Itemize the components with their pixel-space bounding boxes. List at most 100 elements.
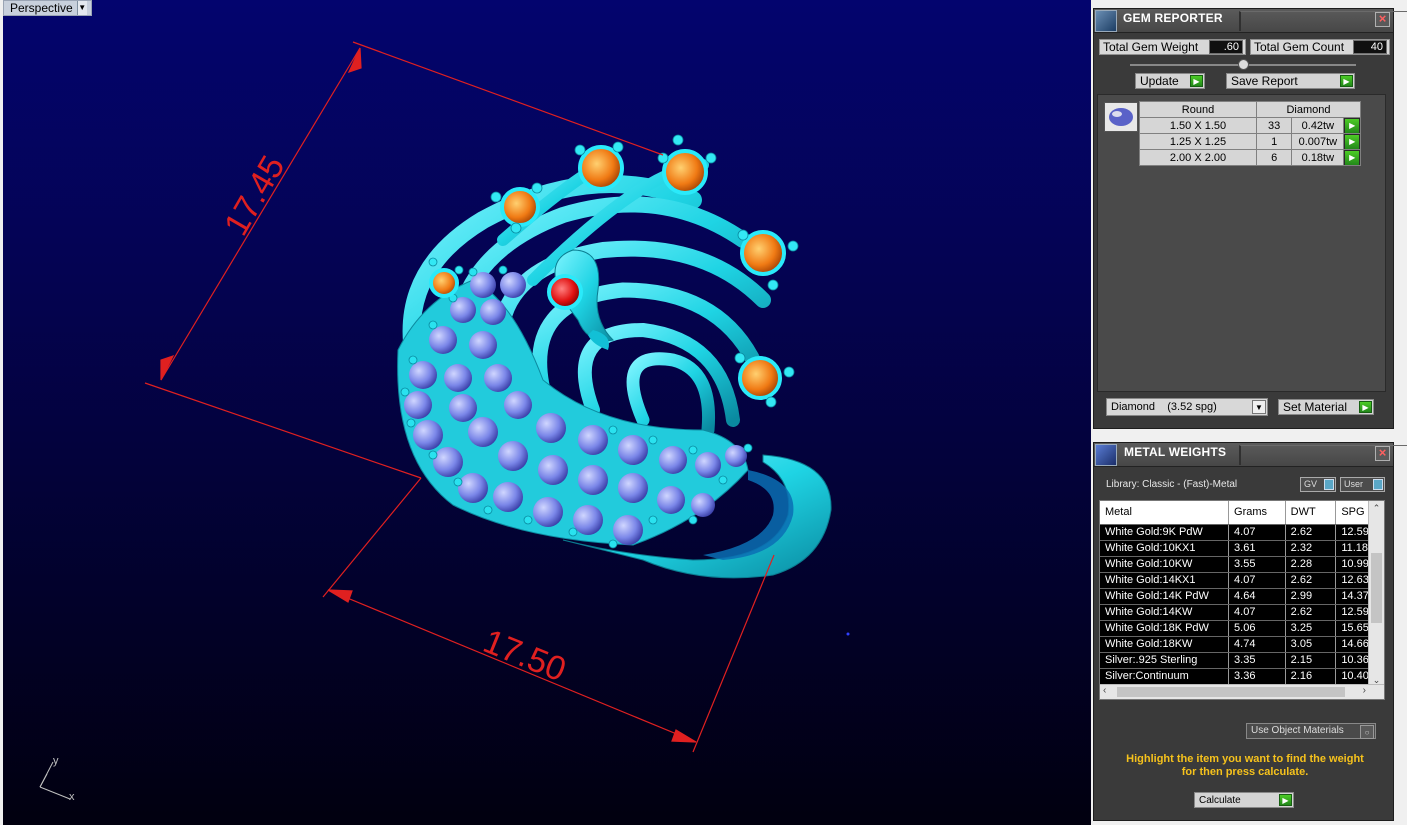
gem-table: Round Diamond 1.50 X 1.50 33 0.42tw ▶ 1.… [1139,101,1361,166]
metal-row[interactable]: White Gold:10KX1 3.61 2.32 11.18 [1100,541,1384,557]
metal-dwt: 2.28 [1286,557,1337,572]
gem-count: 33 [1255,117,1293,134]
metal-name: White Gold:18K PdW [1100,621,1230,636]
metal-row[interactable]: White Gold:9K PdW 4.07 2.62 12.59 [1100,525,1384,541]
metal-weights-logo-icon [1095,444,1117,466]
perspective-viewport[interactable]: 17.45 17.50 y x Perspective ▼ [3,0,1091,825]
play-arrow-icon: ▶ [1279,794,1292,806]
close-icon[interactable]: × [1375,446,1390,461]
update-button[interactable]: Update ▶ [1135,73,1205,89]
metal-name: White Gold:9K PdW [1100,525,1230,540]
metal-dwt: 2.16 [1286,669,1337,684]
gem-reporter-panel: GEM REPORTER × Total Gem Weight .60 Tota… [1093,8,1407,429]
gem-count: 6 [1255,149,1293,166]
metal-weights-panel: METAL WEIGHTS × Library: Classic - (Fast… [1093,442,1407,821]
metal-dwt: 2.15 [1286,653,1337,668]
axis-triad [39,761,71,800]
metal-name: White Gold:18KW [1100,637,1230,652]
metal-row[interactable]: Silver:Continuum 3.36 2.16 10.40 [1100,669,1384,685]
column-grams[interactable]: Grams [1229,501,1286,524]
metal-row[interactable]: White Gold:10KW 3.55 2.28 10.99 [1100,557,1384,573]
red-center-stone [547,274,583,310]
metal-name: Silver:.925 Sterling [1100,653,1230,668]
scroll-thumb[interactable] [1371,553,1382,623]
gem-row[interactable]: 1.50 X 1.50 33 0.42tw ▶ [1139,117,1361,134]
viewport-tab-label: Perspective [10,1,73,15]
gem-row[interactable]: 2.00 X 2.00 6 0.18tw ▶ [1139,149,1361,166]
close-icon[interactable]: × [1375,12,1390,27]
column-metal[interactable]: Metal [1100,501,1230,524]
save-report-button[interactable]: Save Report ▶ [1226,73,1355,89]
metal-row[interactable]: White Gold:18K PdW 5.06 3.25 15.65 [1100,621,1384,637]
select-gem-button[interactable]: ▶ [1343,117,1361,134]
stone-header: Diamond [1256,101,1361,118]
set-material-button[interactable]: Set Material ▶ [1278,399,1374,415]
select-gem-button[interactable]: ▶ [1343,149,1361,166]
play-arrow-icon: ▶ [1190,75,1203,87]
metal-name: Silver:Continuum [1100,669,1230,684]
gv-toggle-label: GV [1304,479,1318,489]
use-object-materials-toggle[interactable]: Use Object Materials ○ [1246,723,1376,739]
metal-weights-table[interactable]: Metal Grams DWT SPG White Gold:9K PdW 4.0… [1099,500,1385,700]
metal-grams: 5.06 [1229,621,1286,636]
shape-header: Round [1139,101,1257,118]
total-gem-weight-value: .60 [1209,40,1243,54]
total-gem-weight-field: Total Gem Weight .60 [1099,39,1246,55]
total-gem-count-field: Total Gem Count 40 [1250,39,1390,55]
hint-line-2: for then press calculate. [1181,766,1309,778]
metal-weights-header: METAL WEIGHTS × [1094,443,1407,467]
metal-name: White Gold:10KX1 [1100,541,1230,556]
ring-model-scene[interactable]: 17.45 17.50 y x [3,0,1091,825]
select-gem-button[interactable]: ▶ [1343,133,1361,150]
metal-row[interactable]: White Gold:14KX1 4.07 2.62 12.63 [1100,573,1384,589]
slider-knob[interactable] [1238,59,1249,70]
gem-count: 1 [1255,133,1293,150]
instruction-hint: Highlight the item you want to find the … [1104,753,1386,779]
user-toggle[interactable]: User [1340,477,1385,492]
metal-row[interactable]: Silver:.925 Sterling 3.35 2.15 10.36 [1100,653,1384,669]
scroll-thumb[interactable] [1117,687,1345,697]
metal-grams: 3.35 [1229,653,1286,668]
chevron-down-icon[interactable]: ▼ [1252,400,1266,414]
metal-row[interactable]: White Gold:14KW 4.07 2.62 12.59 [1100,605,1384,621]
play-arrow-icon: ▶ [1345,118,1360,133]
chevron-down-icon[interactable]: ▼ [76,1,87,15]
viewport-tab[interactable]: Perspective ▼ [3,0,92,16]
axis-x-label: x [69,791,75,803]
metal-dwt: 2.62 [1286,605,1337,620]
scroll-left-icon[interactable]: ‹ [1103,685,1106,696]
play-arrow-icon: ▶ [1345,134,1360,149]
total-gem-count-value: 40 [1353,40,1387,54]
scroll-up-icon[interactable]: ⌃ [1369,503,1384,514]
gem-size-slider[interactable] [1130,59,1356,70]
metal-row[interactable]: White Gold:18KW 4.74 3.05 14.66 [1100,637,1384,653]
gem-reporter-title: GEM REPORTER [1123,11,1223,25]
calculate-button[interactable]: Calculate ▶ [1194,792,1294,808]
horizontal-scrollbar[interactable]: ‹ › [1100,684,1384,699]
hint-line-1: Highlight the item you want to find the … [1126,753,1364,765]
dimension-vertical-label: 17.45 [217,149,292,242]
scroll-right-icon[interactable]: › [1363,685,1366,696]
user-toggle-label: User [1344,479,1364,489]
axis-y-label: y [53,755,59,767]
round-gem-icon[interactable] [1104,102,1138,132]
dimension-horizontal-label: 17.50 [478,622,571,689]
gem-weight: 0.007tw [1291,133,1345,150]
metal-row[interactable]: White Gold:14K PdW 4.64 2.99 14.37 [1100,589,1384,605]
column-dwt[interactable]: DWT [1286,501,1337,524]
material-select[interactable]: Diamond (3.52 spg) ▼ [1106,398,1268,416]
metal-name: White Gold:14K PdW [1100,589,1230,604]
metal-dwt: 2.32 [1286,541,1337,556]
gem-reporter-header: GEM REPORTER × [1094,9,1407,33]
gem-weight: 0.42tw [1291,117,1345,134]
gem-row[interactable]: 1.25 X 1.25 1 0.007tw ▶ [1139,133,1361,150]
metal-dwt: 3.05 [1286,637,1337,652]
metal-grams: 3.36 [1229,669,1286,684]
metal-table-header: Metal Grams DWT SPG [1100,501,1384,525]
gem-size: 1.50 X 1.50 [1139,117,1257,134]
total-gem-count-label: Total Gem Count [1254,40,1345,54]
vertical-scrollbar[interactable]: ⌃ ⌄ [1368,501,1384,687]
metal-dwt: 3.25 [1286,621,1337,636]
play-arrow-icon: ▶ [1340,75,1353,87]
gv-toggle[interactable]: GV [1300,477,1336,492]
